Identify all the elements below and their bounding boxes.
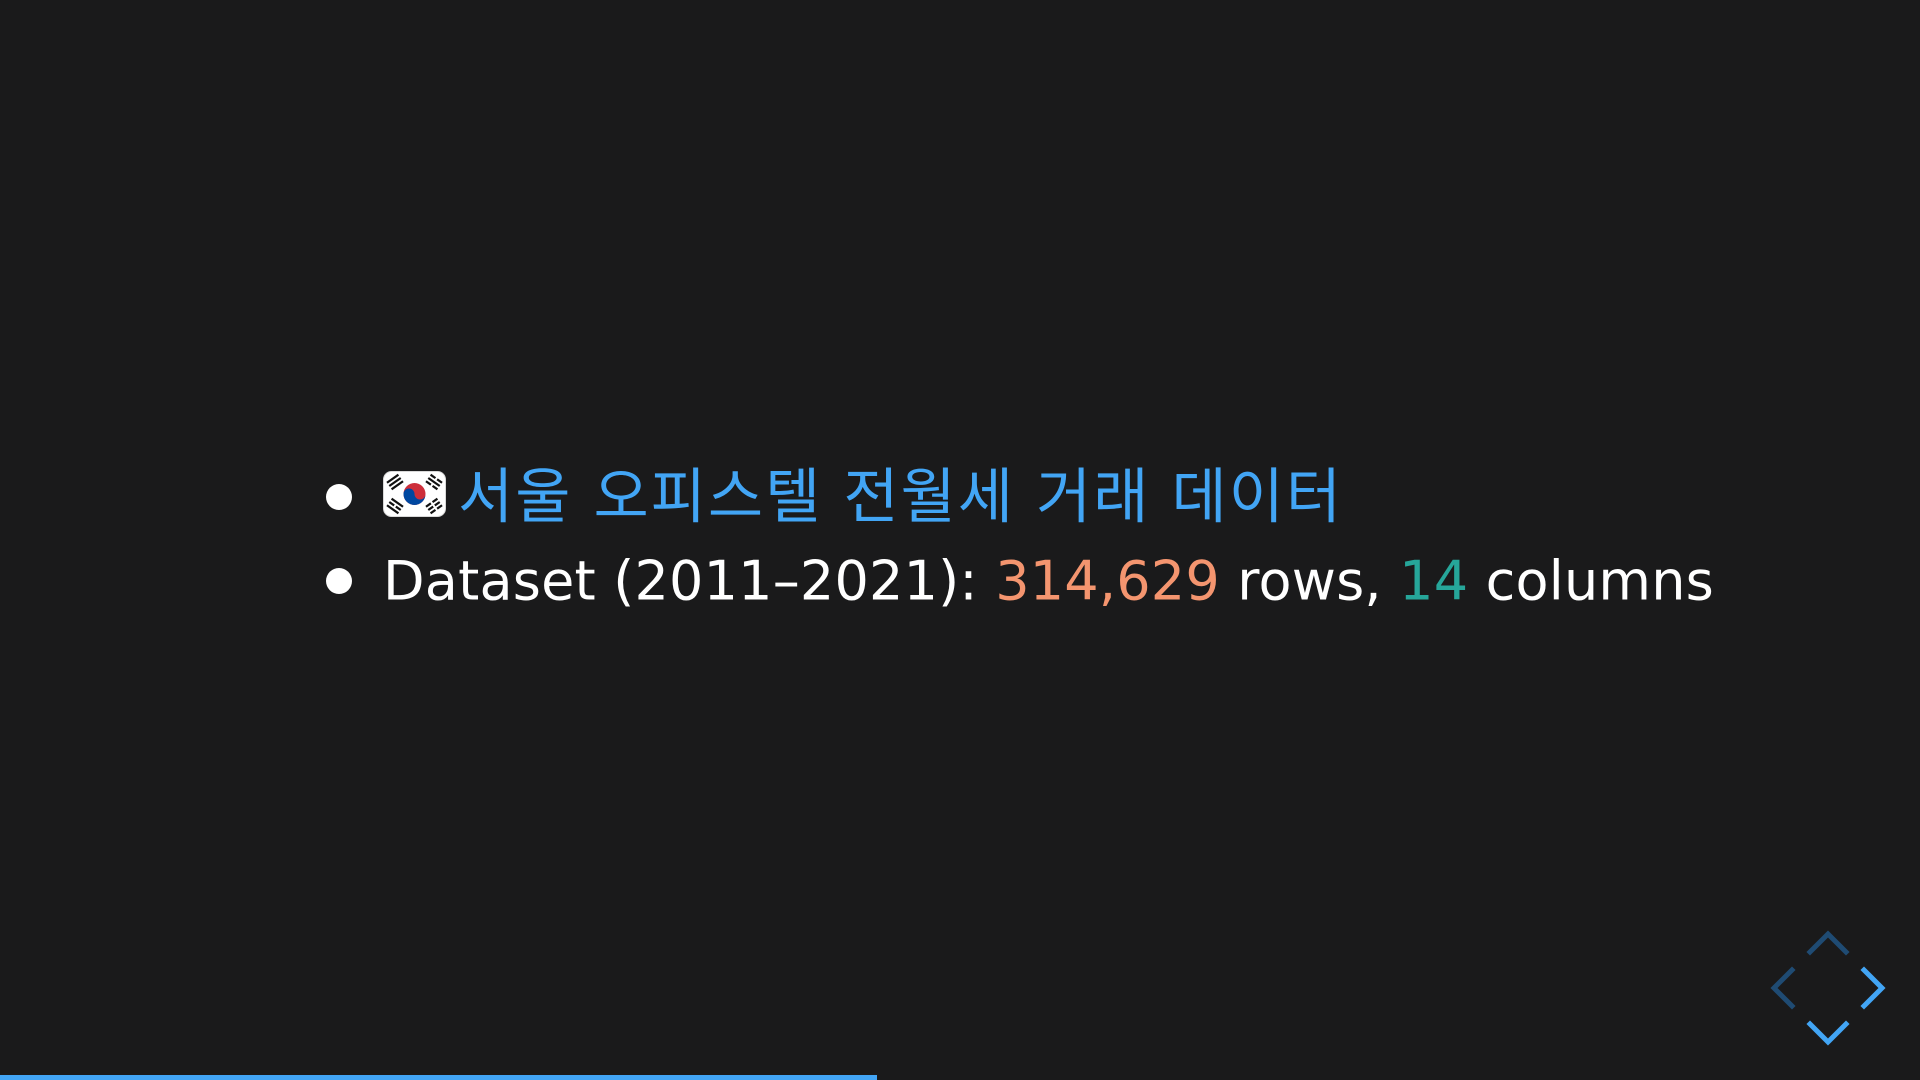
bullet-dot xyxy=(326,484,352,510)
chevron-down-icon xyxy=(1806,1020,1850,1046)
rows-suffix: rows, xyxy=(1219,549,1400,613)
slide-progress-bar xyxy=(0,1075,1920,1080)
slide: 서울 오피스텔 전월세 거래 데이터 Dataset (2011–2021): … xyxy=(0,0,1920,1080)
dataset-prefix: Dataset (2011–2021): xyxy=(383,549,996,613)
bullet-title: 서울 오피스텔 전월세 거래 데이터 xyxy=(326,455,1714,539)
navigate-down-button[interactable] xyxy=(1802,1006,1854,1058)
rows-count: 314,629 xyxy=(995,549,1220,613)
slide-progress-fill xyxy=(0,1075,878,1080)
bullet-dot xyxy=(326,568,352,594)
south-korea-flag-icon xyxy=(383,470,446,517)
columns-count: 14 xyxy=(1399,549,1469,613)
columns-suffix: columns xyxy=(1468,549,1714,613)
slide-navigation-controls xyxy=(1758,918,1898,1058)
bullet-list: 서울 오피스텔 전월세 거래 데이터 Dataset (2011–2021): … xyxy=(326,455,1714,623)
slide-title: 서울 오피스텔 전월세 거래 데이터 xyxy=(458,462,1344,533)
bullet-dataset-summary: Dataset (2011–2021): 314,629 rows, 14 co… xyxy=(326,539,1714,623)
dataset-summary: Dataset (2011–2021): 314,629 rows, 14 co… xyxy=(383,550,1714,613)
